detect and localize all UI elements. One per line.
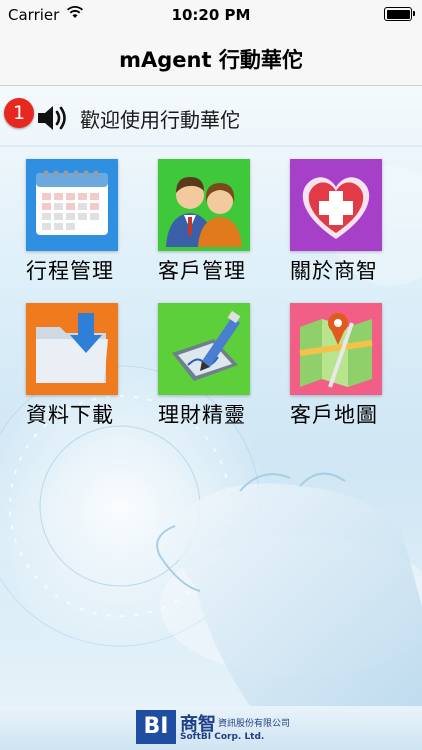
heart-cross-icon — [290, 159, 382, 251]
menu-label: 客戶管理 — [158, 259, 246, 283]
tablet-pen-icon — [158, 303, 250, 395]
customers-icon — [158, 159, 250, 251]
download-folder-icon — [26, 303, 118, 395]
navigation-bar: mAgent 行動華佗 — [0, 30, 422, 86]
home-screen: 1 歡迎使用行動華佗 行程管理 客戶管理 關於商智 資料下載 理財精靈 客戶地圖 — [0, 86, 422, 706]
company-name-cn-full: 資訊股份有限公司 — [218, 719, 291, 729]
status-bar: Carrier 10:20 PM — [0, 0, 422, 30]
menu-data-download[interactable]: 資料下載 — [10, 303, 130, 427]
company-logo-mark: BI — [136, 710, 176, 744]
menu-about-company[interactable]: 關於商智 — [274, 159, 394, 283]
company-name-en: SoftBI Corp. Ltd. — [180, 732, 265, 742]
menu-schedule-management[interactable]: 行程管理 — [10, 159, 130, 283]
menu-label: 關於商智 — [290, 259, 378, 283]
menu-customer-map[interactable]: 客戶地圖 — [274, 303, 394, 427]
notification-badge: 1 — [4, 98, 34, 128]
footer-logo-bar: BI 商智 資訊股份有限公司 SoftBI Corp. Ltd. — [0, 706, 422, 750]
announcement-bar[interactable]: 1 歡迎使用行動華佗 — [0, 86, 422, 148]
page-title: mAgent 行動華佗 — [119, 48, 303, 72]
announcement-text: 歡迎使用行動華佗 — [80, 108, 240, 132]
menu-label: 理財精靈 — [158, 403, 246, 427]
speaker-icon — [36, 104, 70, 136]
menu-label: 客戶地圖 — [290, 403, 378, 427]
calendar-icon — [26, 159, 118, 251]
menu-label: 資料下載 — [26, 403, 114, 427]
clock: 10:20 PM — [171, 6, 251, 24]
menu-label: 行程管理 — [26, 259, 114, 283]
battery-icon — [384, 7, 415, 21]
menu-finance-wizard[interactable]: 理財精靈 — [142, 303, 262, 427]
map-pin-icon — [290, 303, 382, 395]
menu-customer-management[interactable]: 客戶管理 — [142, 159, 262, 283]
